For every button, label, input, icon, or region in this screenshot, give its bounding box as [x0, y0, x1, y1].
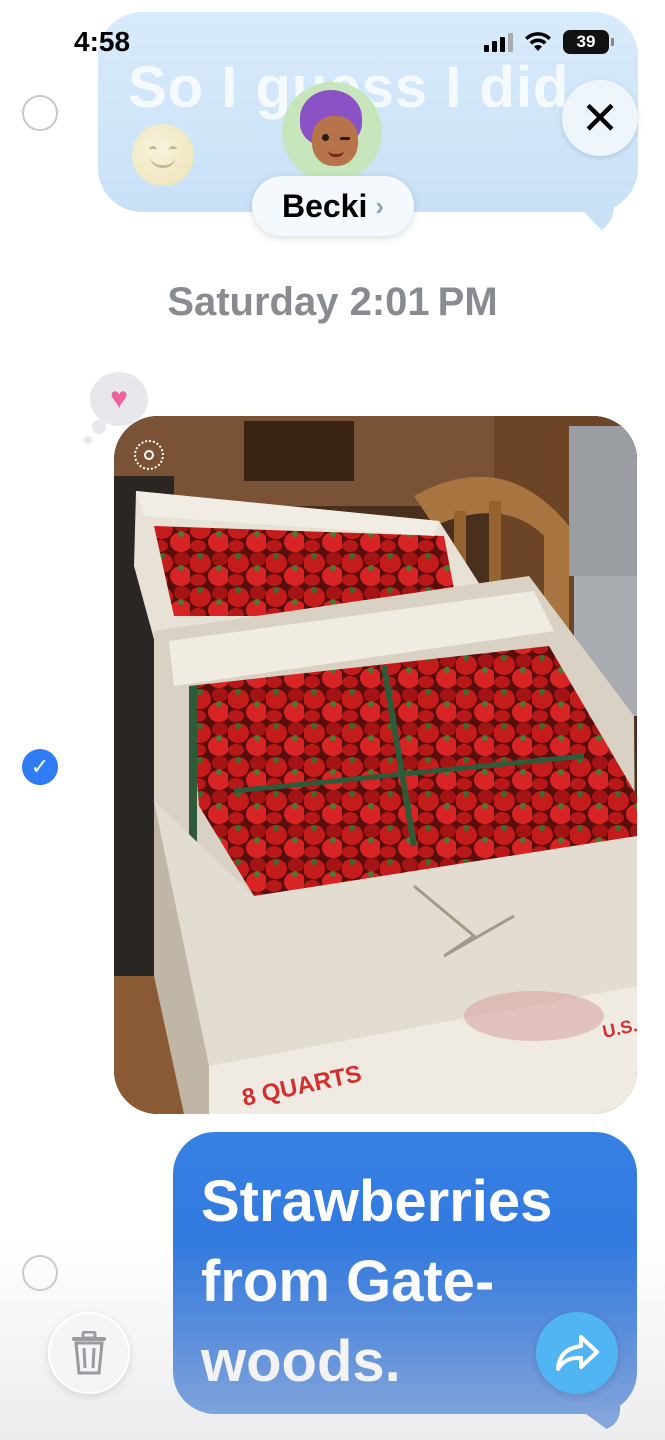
- status-indicators: 39: [484, 30, 614, 54]
- forward-button[interactable]: [536, 1312, 618, 1394]
- close-button[interactable]: ✕: [562, 80, 638, 156]
- heart-reaction[interactable]: ♥: [90, 372, 148, 426]
- cellular-signal-icon: [484, 32, 513, 52]
- reaction-tail-dot: [84, 436, 92, 444]
- forward-arrow-icon: [556, 1335, 599, 1371]
- smiling-emoji: [132, 124, 194, 186]
- contact-name-button[interactable]: Becki ›: [252, 176, 414, 236]
- contact-avatar[interactable]: [282, 82, 382, 182]
- heart-icon: ♥: [110, 382, 128, 415]
- sent-message-tail: [580, 1396, 620, 1430]
- close-icon: ✕: [580, 92, 620, 144]
- select-circle-text-message[interactable]: [22, 1255, 58, 1291]
- select-circle-previous-message[interactable]: [22, 95, 58, 131]
- photo-message[interactable]: 8 QUARTS U.S.: [114, 416, 637, 1114]
- message-timestamp: Saturday 2:01 PM: [167, 280, 498, 324]
- status-time: 4:58: [74, 26, 131, 57]
- contact-name: Becki: [281, 187, 368, 224]
- chevron-right-icon: ›: [375, 190, 385, 221]
- live-photo-icon: [134, 440, 164, 470]
- battery-indicator: 39: [563, 30, 614, 54]
- previous-message-tail: [580, 196, 614, 236]
- strawberry-boxes-photo: 8 QUARTS U.S.: [114, 416, 637, 1114]
- delete-button[interactable]: [48, 1312, 130, 1394]
- checkmark-icon: ✓: [30, 754, 50, 779]
- trash-icon: [72, 1331, 106, 1375]
- select-circle-photo-message[interactable]: ✓: [22, 749, 58, 785]
- wifi-icon: [525, 32, 551, 51]
- reaction-tail-dot: [92, 420, 106, 434]
